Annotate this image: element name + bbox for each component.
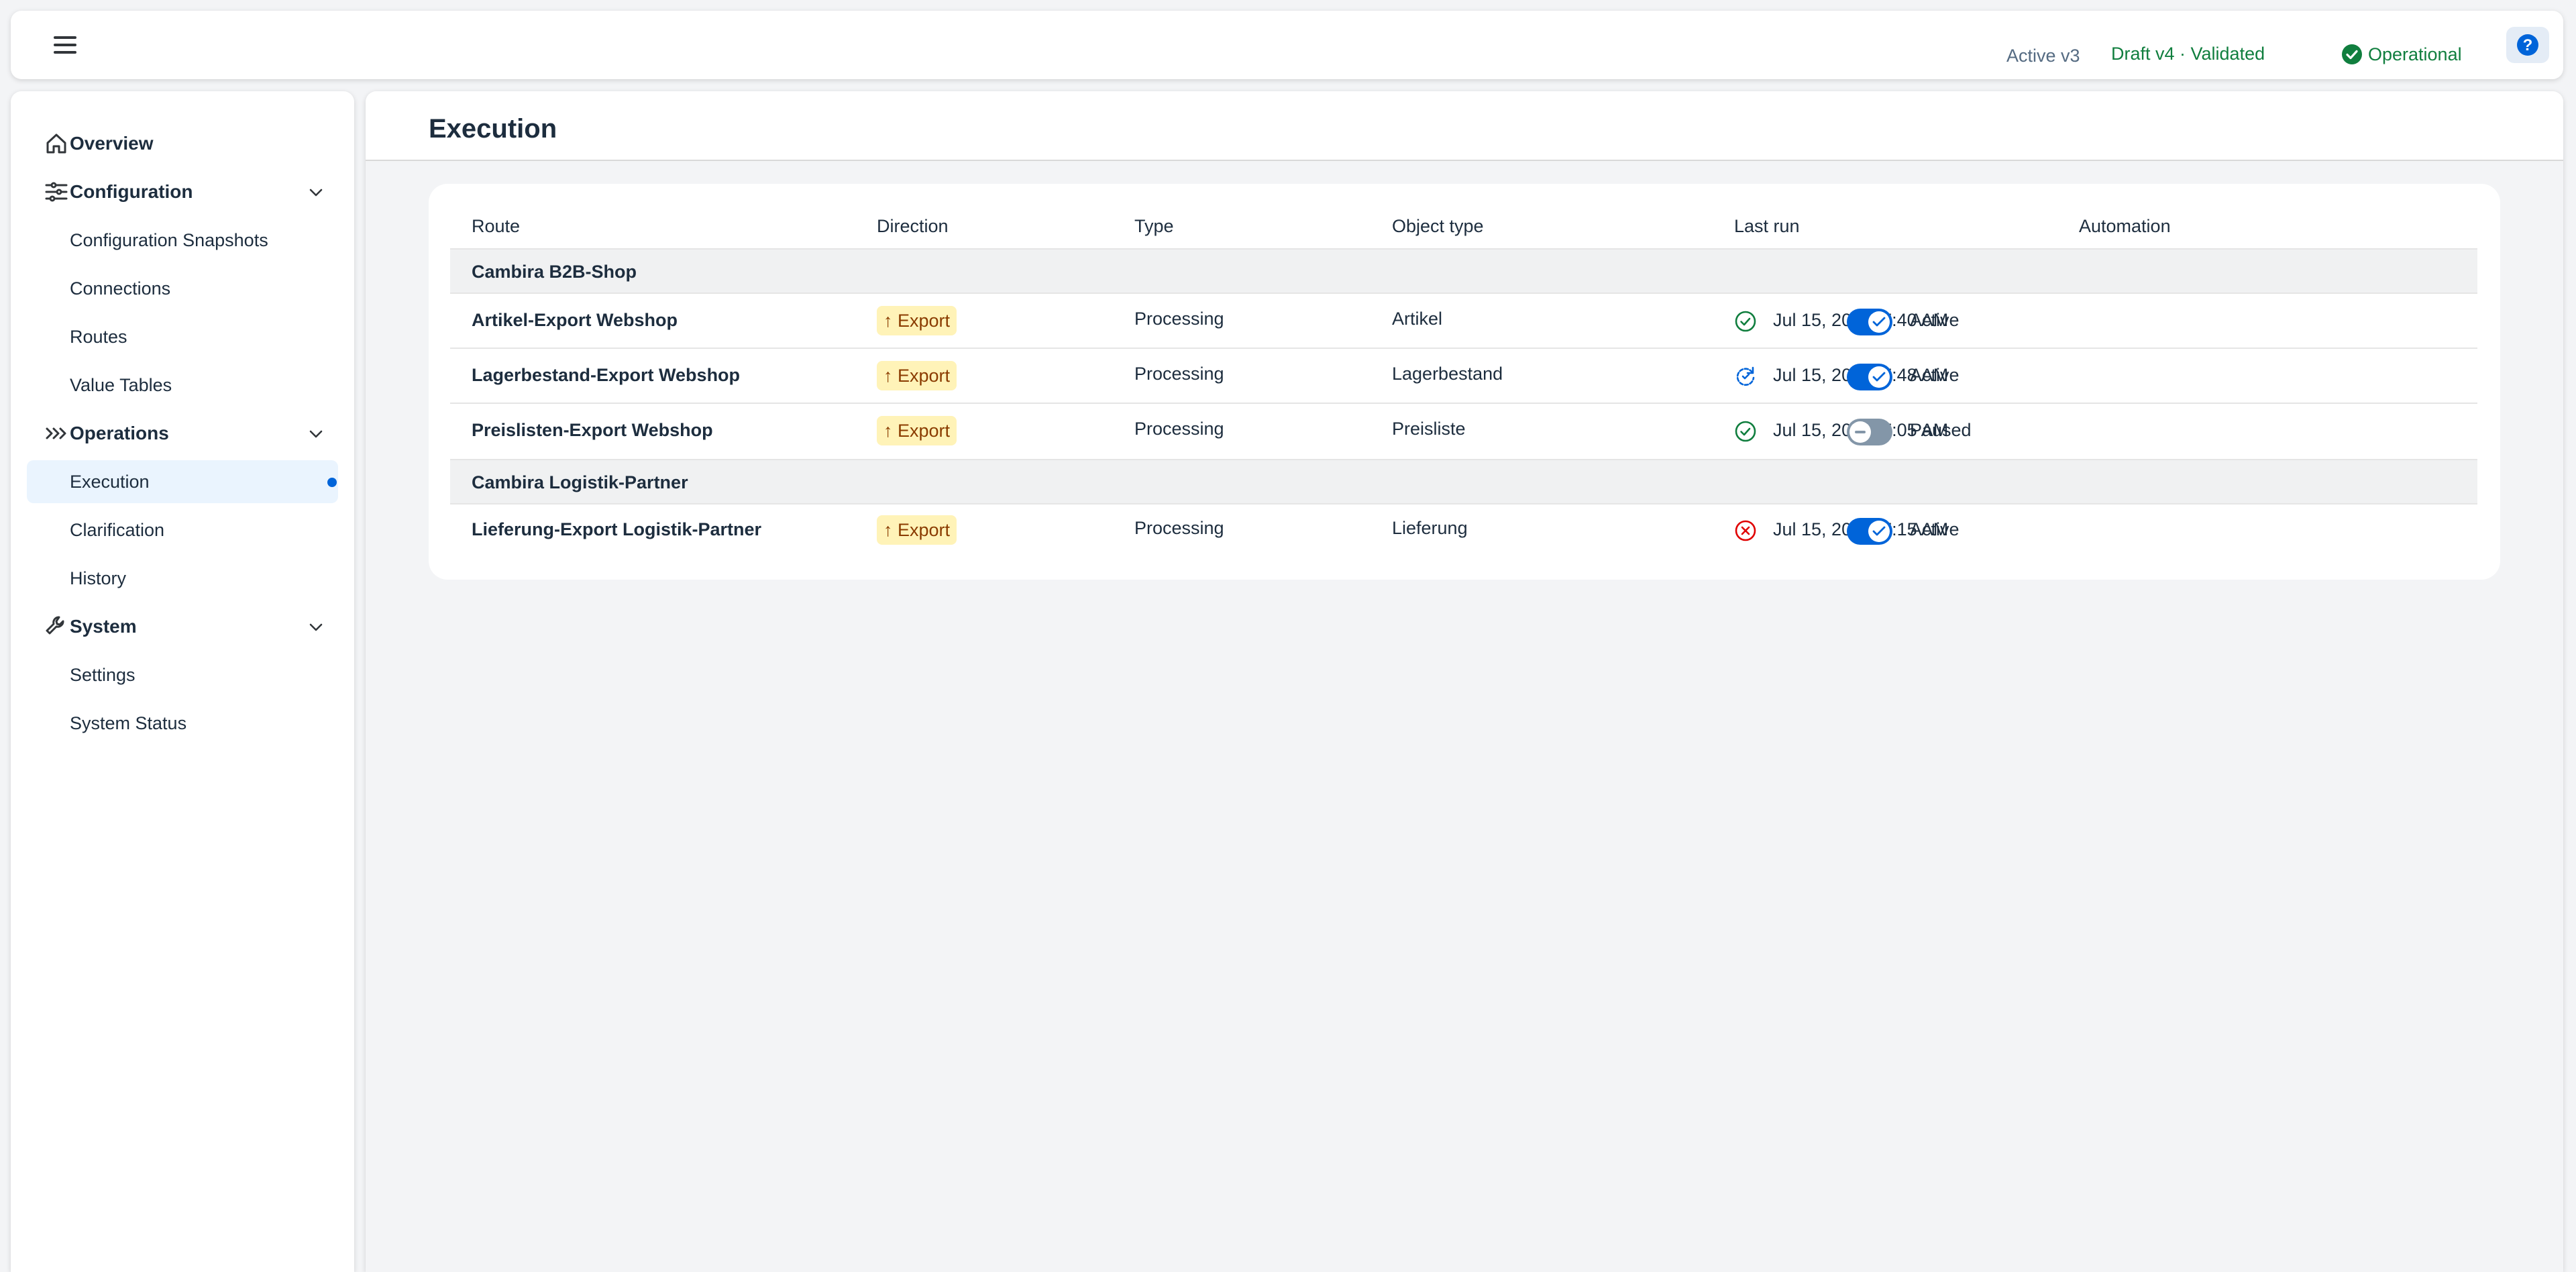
home-icon — [46, 134, 66, 154]
sidebar-item-history[interactable]: History — [27, 557, 338, 600]
table-row[interactable]: Preislisten-Export Webshop ↑ Export Proc… — [450, 404, 2477, 459]
route-name: Lagerbestand-Export Webshop — [472, 365, 741, 385]
route-name: Lieferung-Export Logistik-Partner — [472, 519, 762, 539]
direction-badge: ↑ Export — [877, 416, 957, 445]
sidebar-item-settings[interactable]: Settings — [27, 653, 338, 696]
sidebar-item-overview[interactable]: Overview — [27, 122, 338, 165]
type-cell: Processing — [1134, 518, 1224, 538]
type-cell: Processing — [1134, 309, 1224, 329]
page-title: Execution — [429, 114, 557, 144]
table-row[interactable]: Lieferung-Export Logistik-Partner ↑ Expo… — [450, 503, 2477, 558]
sidebar-item-routes[interactable]: Routes — [27, 315, 338, 358]
column-header-direction[interactable]: Direction — [877, 216, 949, 237]
direction-badge: ↑ Export — [877, 306, 957, 335]
sidebar-item-label: Routes — [70, 326, 127, 347]
group-row: Cambira B2B-Shop — [450, 248, 2477, 294]
running-refresh-icon — [1736, 366, 1755, 386]
check-circle-icon — [2342, 44, 2362, 64]
automation-toggle[interactable] — [1847, 309, 1892, 335]
sidebar-item-system[interactable]: System — [27, 605, 338, 648]
wrench-icon — [46, 616, 64, 635]
execution-table: Route Direction Type Object type Last ru… — [429, 184, 2500, 580]
column-header-last-run[interactable]: Last run — [1734, 216, 1800, 237]
column-header-route[interactable]: Route — [472, 216, 520, 237]
sidebar-item-label: Execution — [70, 471, 150, 492]
minus-icon — [1855, 431, 1866, 433]
main-content: Execution Route Direction Type Object ty… — [366, 91, 2563, 1272]
sidebar-item-value-tables[interactable]: Value Tables — [27, 364, 338, 407]
sidebar-item-label: System Status — [70, 712, 187, 733]
column-header-automation[interactable]: Automation — [2079, 216, 2171, 237]
draft-version[interactable]: Draft v4 · Validated — [2111, 44, 2265, 64]
object-type-cell: Lagerbestand — [1392, 364, 1503, 384]
help-button[interactable]: ? — [2506, 27, 2549, 63]
sidebar-item-configuration[interactable]: Configuration — [27, 170, 338, 213]
sidebar-item-label: Configuration Snapshots — [70, 229, 268, 250]
chevron-down-icon[interactable] — [309, 185, 323, 200]
group-label: Cambira Logistik-Partner — [472, 472, 688, 492]
column-header-type[interactable]: Type — [1134, 216, 1174, 237]
automation-state: Active — [1910, 310, 1960, 330]
selected-indicator — [327, 478, 337, 487]
chevron-down-icon[interactable] — [309, 620, 323, 635]
sidebar: Overview Configuration Configuration Sna… — [11, 91, 354, 1272]
sliders-icon — [45, 182, 68, 202]
group-row: Cambira Logistik-Partner — [450, 459, 2477, 505]
column-header-object-type[interactable]: Object type — [1392, 216, 1484, 237]
object-type-cell: Lieferung — [1392, 518, 1468, 538]
route-name: Preislisten-Export Webshop — [472, 420, 713, 440]
status-label: Operational — [2368, 44, 2462, 64]
help-icon: ? — [2517, 34, 2538, 56]
sidebar-item-system-status[interactable]: System Status — [27, 702, 338, 745]
direction-badge: ↑ Export — [877, 361, 957, 390]
automation-state: Active — [1910, 365, 1960, 385]
check-icon — [1872, 526, 1886, 536]
active-version: Active v3 — [2006, 46, 2080, 66]
error-x-icon — [1735, 520, 1756, 541]
sidebar-item-label: Connections — [70, 278, 171, 299]
sidebar-item-label: Overview — [70, 133, 154, 154]
sidebar-item-label: History — [70, 568, 127, 588]
system-status[interactable]: Operational — [2341, 44, 2462, 65]
automation-toggle[interactable] — [1847, 364, 1892, 390]
check-icon — [1872, 372, 1886, 382]
object-type-cell: Artikel — [1392, 309, 1443, 329]
automation-toggle[interactable] — [1847, 419, 1892, 445]
sidebar-item-label: Clarification — [70, 519, 165, 540]
sidebar-item-label: Value Tables — [70, 374, 172, 395]
chevron-down-icon[interactable] — [309, 427, 323, 441]
automation-state: Active — [1910, 519, 1960, 539]
success-check-icon — [1735, 421, 1756, 442]
hamburger-menu-icon[interactable] — [46, 34, 85, 56]
sidebar-item-execution[interactable]: Execution — [27, 460, 338, 503]
check-icon — [1872, 317, 1886, 327]
sidebar-item-label: System — [70, 616, 137, 637]
automation-state: Paused — [1910, 420, 1972, 440]
sidebar-item-operations[interactable]: Operations — [27, 412, 338, 455]
sidebar-item-connections[interactable]: Connections — [27, 267, 338, 310]
table-row[interactable]: Lagerbestand-Export Webshop ↑ Export Pro… — [450, 349, 2477, 404]
sidebar-item-label: Configuration — [70, 181, 193, 202]
object-type-cell: Preisliste — [1392, 419, 1466, 439]
route-name: Artikel-Export Webshop — [472, 310, 678, 330]
sidebar-item-configuration-snapshots[interactable]: Configuration Snapshots — [27, 219, 338, 262]
top-header: Active v3 Draft v4 · Validated Operation… — [11, 11, 2563, 79]
group-label: Cambira B2B-Shop — [472, 262, 637, 282]
type-cell: Processing — [1134, 364, 1224, 384]
success-check-icon — [1735, 311, 1756, 332]
automation-toggle[interactable] — [1847, 518, 1892, 545]
svg-text:?: ? — [2523, 36, 2533, 54]
chevrons-right-icon — [46, 427, 66, 439]
type-cell: Processing — [1134, 419, 1224, 439]
sidebar-item-label: Operations — [70, 423, 169, 443]
sidebar-item-label: Settings — [70, 664, 136, 685]
sidebar-item-clarification[interactable]: Clarification — [27, 509, 338, 551]
table-row[interactable]: Artikel-Export Webshop ↑ Export Processi… — [450, 294, 2477, 349]
page-header: Execution — [366, 91, 2563, 161]
direction-badge: ↑ Export — [877, 515, 957, 545]
